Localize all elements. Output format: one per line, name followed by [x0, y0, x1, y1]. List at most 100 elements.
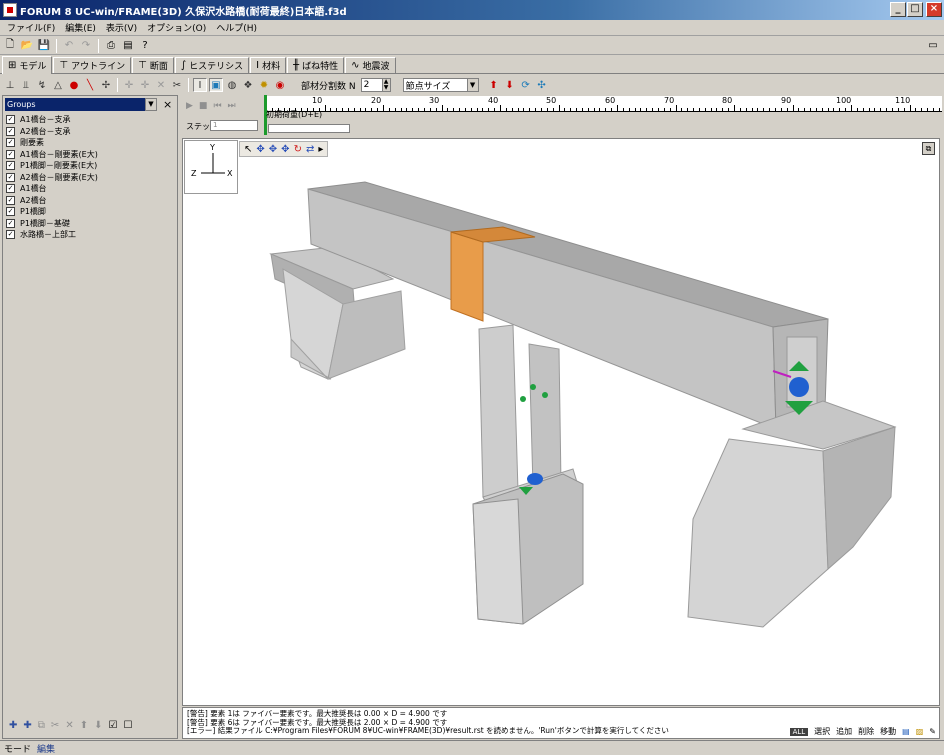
- zoom-out-icon[interactable]: ⬇: [503, 78, 517, 92]
- pan-icon[interactable]: ✥: [281, 144, 289, 155]
- tab-hysteresis[interactable]: ∫ ヒステリシス: [174, 57, 250, 73]
- note-icon[interactable]: ▨: [916, 727, 924, 736]
- render-icon[interactable]: ▣: [209, 78, 223, 92]
- app-icon[interactable]: [3, 3, 17, 17]
- rotate-z-icon[interactable]: ↻: [294, 144, 302, 155]
- list-item[interactable]: ✓ A1橋台－支承: [6, 114, 176, 126]
- list-item[interactable]: ✓ P1橋脚－剛要素(E大): [6, 160, 176, 172]
- cut-icon[interactable]: ✂: [51, 720, 59, 731]
- status-tool[interactable]: 選択: [814, 726, 830, 737]
- bearing-p1[interactable]: [527, 473, 543, 485]
- rotate-icon[interactable]: ✣: [535, 78, 549, 92]
- uncheck-all-icon[interactable]: ☐: [123, 720, 132, 731]
- status-tool[interactable]: 追加: [836, 726, 852, 737]
- member-icon[interactable]: ╲: [83, 78, 97, 92]
- close-button[interactable]: ×: [926, 2, 942, 17]
- menu-view[interactable]: 表示(V): [101, 21, 142, 34]
- checkbox[interactable]: ✓: [6, 184, 15, 194]
- zoom-in-icon[interactable]: ⬆: [487, 78, 501, 92]
- bearing-a2[interactable]: [789, 377, 809, 397]
- check-all-icon[interactable]: ☑: [108, 720, 117, 731]
- status-tool[interactable]: 削除: [858, 726, 874, 737]
- close-icon[interactable]: ×: [163, 98, 172, 111]
- node-icon[interactable]: ●: [67, 78, 81, 92]
- move-down-icon[interactable]: ⬇: [94, 720, 102, 731]
- load-icon[interactable]: ↯: [35, 78, 49, 92]
- tab-wave[interactable]: ∿ 地震波: [345, 57, 396, 73]
- add-subgroup-icon[interactable]: ✚: [23, 720, 31, 731]
- open-folder-icon[interactable]: 📂: [20, 39, 34, 53]
- tab-model[interactable]: ⊞ モデル: [2, 56, 53, 74]
- division-spinner[interactable]: 2 ▲ ▼: [360, 78, 391, 92]
- menu-edit[interactable]: 編集(E): [60, 21, 101, 34]
- save-icon[interactable]: 💾: [37, 39, 51, 53]
- refresh-icon[interactable]: ⟳: [519, 78, 533, 92]
- checkbox[interactable]: ✓: [6, 115, 15, 125]
- chevron-down-icon[interactable]: ▼: [145, 98, 157, 111]
- help-icon[interactable]: ?: [138, 39, 152, 53]
- list-item[interactable]: ✓ A2橋台－支承: [6, 126, 176, 138]
- spinner-arrows-icon[interactable]: ▲ ▼: [381, 79, 390, 91]
- list-item[interactable]: ✓ 水路橋－上部工: [6, 229, 176, 241]
- play-icon[interactable]: ▶: [186, 101, 193, 111]
- rotate-x-icon[interactable]: ✥: [256, 144, 264, 155]
- more-icon[interactable]: ▸: [318, 144, 323, 155]
- list-item[interactable]: ✓ A1橋台: [6, 183, 176, 195]
- highlighted-member[interactable]: [450, 231, 484, 322]
- checkbox[interactable]: ✓: [6, 195, 15, 205]
- list-item[interactable]: ✓ P1橋脚－基礎: [6, 218, 176, 230]
- section-view-icon[interactable]: Ⅰ: [193, 78, 207, 92]
- checkbox[interactable]: ✓: [6, 207, 15, 217]
- checkbox[interactable]: ✓: [6, 172, 15, 182]
- tab-section[interactable]: ⊤ 断面: [132, 57, 174, 73]
- light-icon[interactable]: ✹: [257, 78, 271, 92]
- list-item[interactable]: ✓ 剛要素: [6, 137, 176, 149]
- step-back-icon[interactable]: ⏮: [213, 101, 221, 111]
- list-item[interactable]: ✓ A1橋台－剛要素(E大): [6, 149, 176, 161]
- print-preview-icon[interactable]: ⎙: [104, 39, 118, 53]
- maximize-button[interactable]: □: [907, 2, 923, 17]
- globe-icon[interactable]: ◍: [225, 78, 239, 92]
- model-viewport[interactable]: Y X Z ↖ ✥ ✥ ✥ ↻ ⇄ ▸ ⧉: [182, 138, 940, 706]
- edit-icon[interactable]: ✎: [929, 727, 936, 736]
- delete-icon[interactable]: ✕: [65, 720, 73, 731]
- spring-support-icon[interactable]: ⫫: [19, 78, 33, 92]
- title-bar[interactable]: FORUM 8 UC-win/FRAME(3D) 久保沢水路橋(耐荷最終)日本語…: [0, 0, 944, 20]
- menu-options[interactable]: オプション(O): [142, 21, 211, 34]
- checkbox[interactable]: ✓: [6, 161, 15, 171]
- tab-material[interactable]: Ⅰ 材料: [250, 57, 287, 73]
- list-item[interactable]: ✓ A2橋台－剛要素(E大): [6, 172, 176, 184]
- layers-icon[interactable]: ❖: [241, 78, 255, 92]
- move-up-icon[interactable]: ⬆: [80, 720, 88, 731]
- panel-toggle-icon[interactable]: ▭: [926, 39, 940, 53]
- add-member-icon[interactable]: ✛: [138, 78, 152, 92]
- zoom-icon[interactable]: ⇄: [306, 144, 314, 155]
- support-icon[interactable]: ⊥: [3, 78, 17, 92]
- rotate-y-icon[interactable]: ✥: [269, 144, 277, 155]
- abutment-a2[interactable]: [687, 438, 829, 628]
- minimize-button[interactable]: _: [890, 2, 906, 17]
- list-item[interactable]: ✓ P1橋脚: [6, 206, 176, 218]
- group-select[interactable]: Groups ▼: [5, 98, 157, 111]
- stop-icon[interactable]: ■: [199, 101, 208, 111]
- tab-spring[interactable]: ╫ ばね特性: [287, 57, 345, 73]
- checkbox[interactable]: ✓: [6, 218, 15, 228]
- undo-icon[interactable]: ↶: [62, 39, 76, 53]
- bridge-model-3d[interactable]: [183, 139, 940, 706]
- copy-icon[interactable]: ⧉: [38, 720, 45, 731]
- menu-file[interactable]: ファイル(F): [2, 21, 60, 34]
- checkbox[interactable]: ✓: [6, 230, 15, 240]
- cut-icon[interactable]: ✂: [170, 78, 184, 92]
- record-icon[interactable]: ◉: [273, 78, 287, 92]
- checkbox[interactable]: ✓: [6, 149, 15, 159]
- redo-icon[interactable]: ↷: [79, 39, 93, 53]
- chevron-down-icon[interactable]: ▼: [466, 79, 478, 91]
- node-size-select[interactable]: 節点サイズ ▼: [402, 78, 479, 92]
- grid-icon[interactable]: ▤: [902, 727, 910, 736]
- window-layout-icon[interactable]: ⧉: [922, 142, 935, 155]
- pier-p1-column-left[interactable]: [478, 324, 519, 498]
- step-forward-icon[interactable]: ⏭: [228, 101, 236, 111]
- triangle-icon[interactable]: △: [51, 78, 65, 92]
- status-chip[interactable]: ALL: [789, 727, 809, 736]
- timeline-ruler[interactable]: 10 20 30 40 50 60 70 80 90 100 110: [266, 96, 942, 112]
